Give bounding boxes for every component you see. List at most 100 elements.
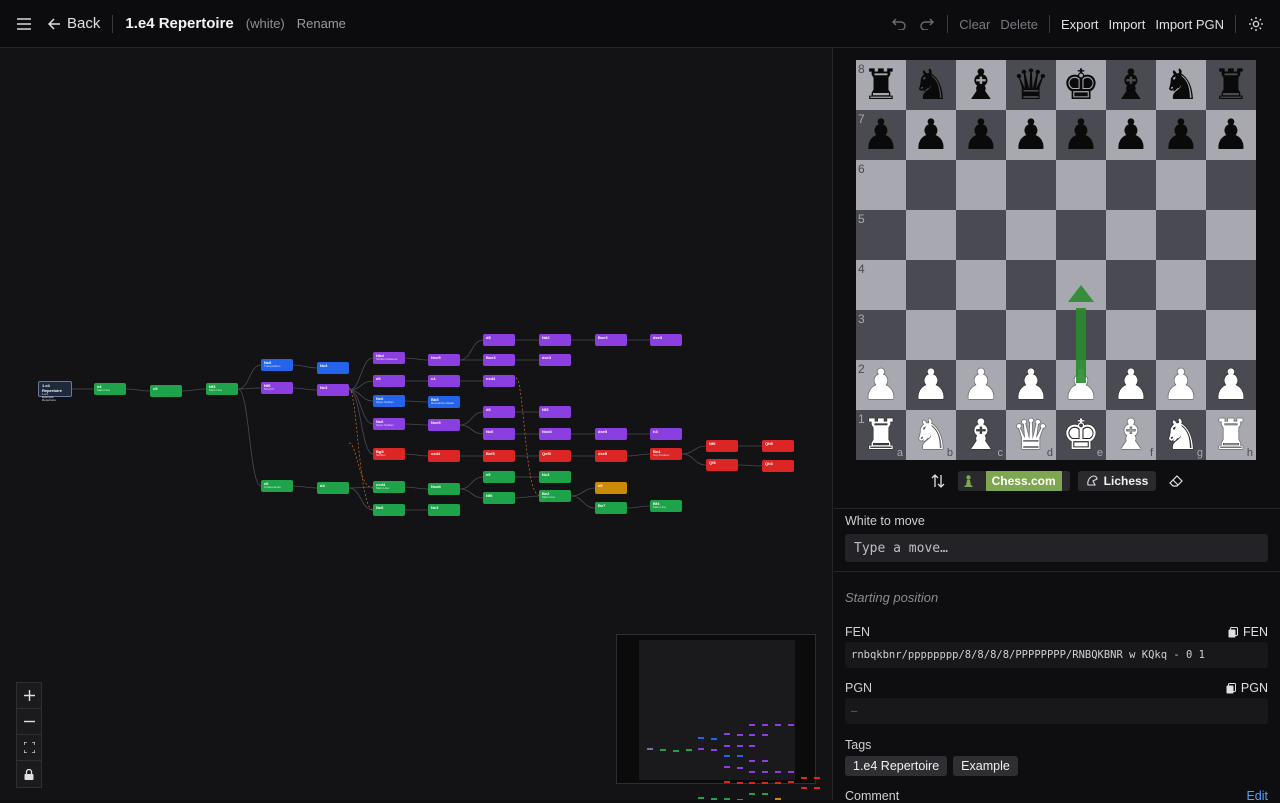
square-g7[interactable]: ♟ bbox=[1156, 110, 1206, 160]
white-knight-icon[interactable]: ♞ bbox=[1162, 410, 1200, 460]
square-a3[interactable]: 3 bbox=[856, 310, 906, 360]
white-bishop-icon[interactable]: ♝ bbox=[962, 410, 1000, 460]
chesscom-button[interactable]: Chess.com bbox=[957, 471, 1070, 491]
move-node[interactable]: Nxe5 bbox=[428, 419, 460, 431]
clear-arrows-button[interactable] bbox=[1164, 470, 1188, 492]
hamburger-menu-icon[interactable] bbox=[0, 0, 48, 48]
move-node[interactable]: Nc3 bbox=[539, 471, 571, 483]
square-e7[interactable]: ♟ bbox=[1056, 110, 1106, 160]
repertoire-tree-canvas[interactable]: 1.e4 Repertoire 1.e4 Example Repertoire e4 Ma… bbox=[0, 48, 833, 800]
square-b8[interactable]: ♞ bbox=[906, 60, 956, 110]
square-e5[interactable] bbox=[1056, 210, 1106, 260]
move-node[interactable]: cxd4 Main Line bbox=[373, 481, 405, 493]
move-node[interactable]: dxe3 bbox=[650, 334, 682, 346]
square-b5[interactable] bbox=[906, 210, 956, 260]
square-d7[interactable]: ♟ bbox=[1006, 110, 1056, 160]
square-h5[interactable] bbox=[1206, 210, 1256, 260]
square-b2[interactable]: ♟ bbox=[906, 360, 956, 410]
square-f1[interactable]: f ♝ bbox=[1106, 410, 1156, 460]
square-d6[interactable] bbox=[1006, 160, 1056, 210]
move-node[interactable]: d6 bbox=[483, 406, 515, 418]
move-node[interactable]: Nf3 bbox=[539, 406, 571, 418]
move-node[interactable]: Nc3 bbox=[317, 362, 349, 374]
white-rook-icon[interactable]: ♜ bbox=[1212, 410, 1250, 460]
black-bishop-icon[interactable]: ♝ bbox=[1112, 60, 1150, 110]
black-bishop-icon[interactable]: ♝ bbox=[962, 60, 1000, 110]
back-button[interactable]: Back bbox=[48, 15, 112, 32]
square-h3[interactable] bbox=[1206, 310, 1256, 360]
undo-button[interactable] bbox=[885, 10, 913, 38]
square-c8[interactable]: ♝ bbox=[956, 60, 1006, 110]
square-b4[interactable] bbox=[906, 260, 956, 310]
white-rook-icon[interactable]: ♜ bbox=[862, 410, 900, 460]
move-node[interactable]: Nc6 Open Sicilian bbox=[373, 395, 405, 407]
square-e4[interactable] bbox=[1056, 260, 1106, 310]
square-g4[interactable] bbox=[1156, 260, 1206, 310]
square-f4[interactable] bbox=[1106, 260, 1156, 310]
square-c5[interactable] bbox=[956, 210, 1006, 260]
square-c7[interactable]: ♟ bbox=[956, 110, 1006, 160]
square-a4[interactable]: 4 bbox=[856, 260, 906, 310]
edit-comment-button[interactable]: Edit bbox=[1246, 789, 1268, 803]
black-pawn-icon[interactable]: ♟ bbox=[1062, 110, 1100, 160]
square-g8[interactable]: ♞ bbox=[1156, 60, 1206, 110]
move-node[interactable]: Qh5 bbox=[762, 440, 794, 452]
move-node[interactable]: e5 bbox=[483, 471, 515, 483]
zoom-in-button[interactable] bbox=[17, 683, 41, 709]
lichess-button[interactable]: Lichess bbox=[1077, 471, 1157, 491]
move-node[interactable]: Nc6 bbox=[483, 428, 515, 440]
square-f6[interactable] bbox=[1106, 160, 1156, 210]
move-node[interactable]: d5 bbox=[483, 334, 515, 346]
black-knight-icon[interactable]: ♞ bbox=[912, 60, 950, 110]
square-f7[interactable]: ♟ bbox=[1106, 110, 1156, 160]
clear-button[interactable]: Clear bbox=[954, 17, 995, 32]
move-node[interactable]: Qxf3 bbox=[539, 450, 571, 462]
white-pawn-icon[interactable]: ♟ bbox=[1012, 360, 1050, 410]
tag[interactable]: Example bbox=[953, 756, 1018, 776]
black-pawn-icon[interactable]: ♟ bbox=[862, 110, 900, 160]
black-pawn-icon[interactable]: ♟ bbox=[962, 110, 1000, 160]
move-node[interactable]: Nf3 Main Line bbox=[206, 383, 238, 395]
white-king-icon[interactable]: ♚ bbox=[1062, 410, 1100, 460]
square-d1[interactable]: d ♛ bbox=[1006, 410, 1056, 460]
tree-root-node[interactable]: 1.e4 Repertoire 1.e4 Example Repertoire bbox=[38, 381, 72, 402]
move-node[interactable]: exd4 bbox=[483, 375, 515, 387]
white-knight-icon[interactable]: ♞ bbox=[912, 410, 950, 460]
black-pawn-icon[interactable]: ♟ bbox=[1162, 110, 1200, 160]
move-node[interactable]: Nxd4 bbox=[428, 483, 460, 495]
black-pawn-icon[interactable]: ♟ bbox=[1012, 110, 1050, 160]
square-d5[interactable] bbox=[1006, 210, 1056, 260]
square-a6[interactable]: 6 bbox=[856, 160, 906, 210]
move-node[interactable]: Nxd4 bbox=[539, 428, 571, 440]
square-b7[interactable]: ♟ bbox=[906, 110, 956, 160]
minimap[interactable] bbox=[616, 634, 820, 800]
redo-button[interactable] bbox=[913, 10, 941, 38]
import-pgn-button[interactable]: Import PGN bbox=[1150, 17, 1229, 32]
move-node[interactable]: Nc3 bbox=[428, 504, 460, 516]
fit-view-button[interactable] bbox=[17, 735, 41, 761]
black-pawn-icon[interactable]: ♟ bbox=[1112, 110, 1150, 160]
square-h1[interactable]: h ♜ bbox=[1206, 410, 1256, 460]
tag[interactable]: 1.e4 Repertoire bbox=[845, 756, 948, 776]
export-button[interactable]: Export bbox=[1056, 17, 1104, 32]
fen-field[interactable]: rnbqkbnr/pppppppp/8/8/8/8/PPPPPPPP/RNBQK… bbox=[845, 642, 1268, 668]
move-node[interactable]: c4 bbox=[428, 375, 460, 387]
square-c4[interactable] bbox=[956, 260, 1006, 310]
move-node[interactable]: e4 Main Line bbox=[94, 383, 126, 395]
move-node[interactable]: Nd2 bbox=[539, 334, 571, 346]
white-pawn-icon[interactable]: ♟ bbox=[912, 360, 950, 410]
move-node[interactable]: Nxe5 bbox=[428, 354, 460, 366]
square-h8[interactable]: ♜ bbox=[1206, 60, 1256, 110]
move-node[interactable]: Be7 bbox=[595, 502, 627, 514]
move-node[interactable]: Nf6 Nimzo? bbox=[261, 382, 293, 394]
square-h2[interactable]: ♟ bbox=[1206, 360, 1256, 410]
move-node[interactable]: Bxe3 bbox=[483, 354, 515, 366]
white-pawn-icon[interactable]: ♟ bbox=[1112, 360, 1150, 410]
move-node[interactable]: e6 Chebanenko bbox=[261, 480, 293, 492]
square-g6[interactable] bbox=[1156, 160, 1206, 210]
chessboard[interactable]: 8 ♜ ♞ ♝ ♛ ♚ ♝ ♞ ♜ 7 ♟ ♟ ♟ ♟ ♟ ♟ ♟ ♟ 6 5 4 3 2 ♟ ♟ ♟ ♟ ♟ ♟ ♟ ♟ 1 a ♜ b ♞ c ♝ d ♛… bbox=[856, 60, 1256, 460]
white-bishop-icon[interactable]: ♝ bbox=[1112, 410, 1150, 460]
move-node[interactable]: Be2 Main Line bbox=[539, 490, 571, 502]
move-node[interactable]: Qf6 bbox=[706, 459, 738, 471]
move-node[interactable]: dxe3 bbox=[539, 354, 571, 366]
